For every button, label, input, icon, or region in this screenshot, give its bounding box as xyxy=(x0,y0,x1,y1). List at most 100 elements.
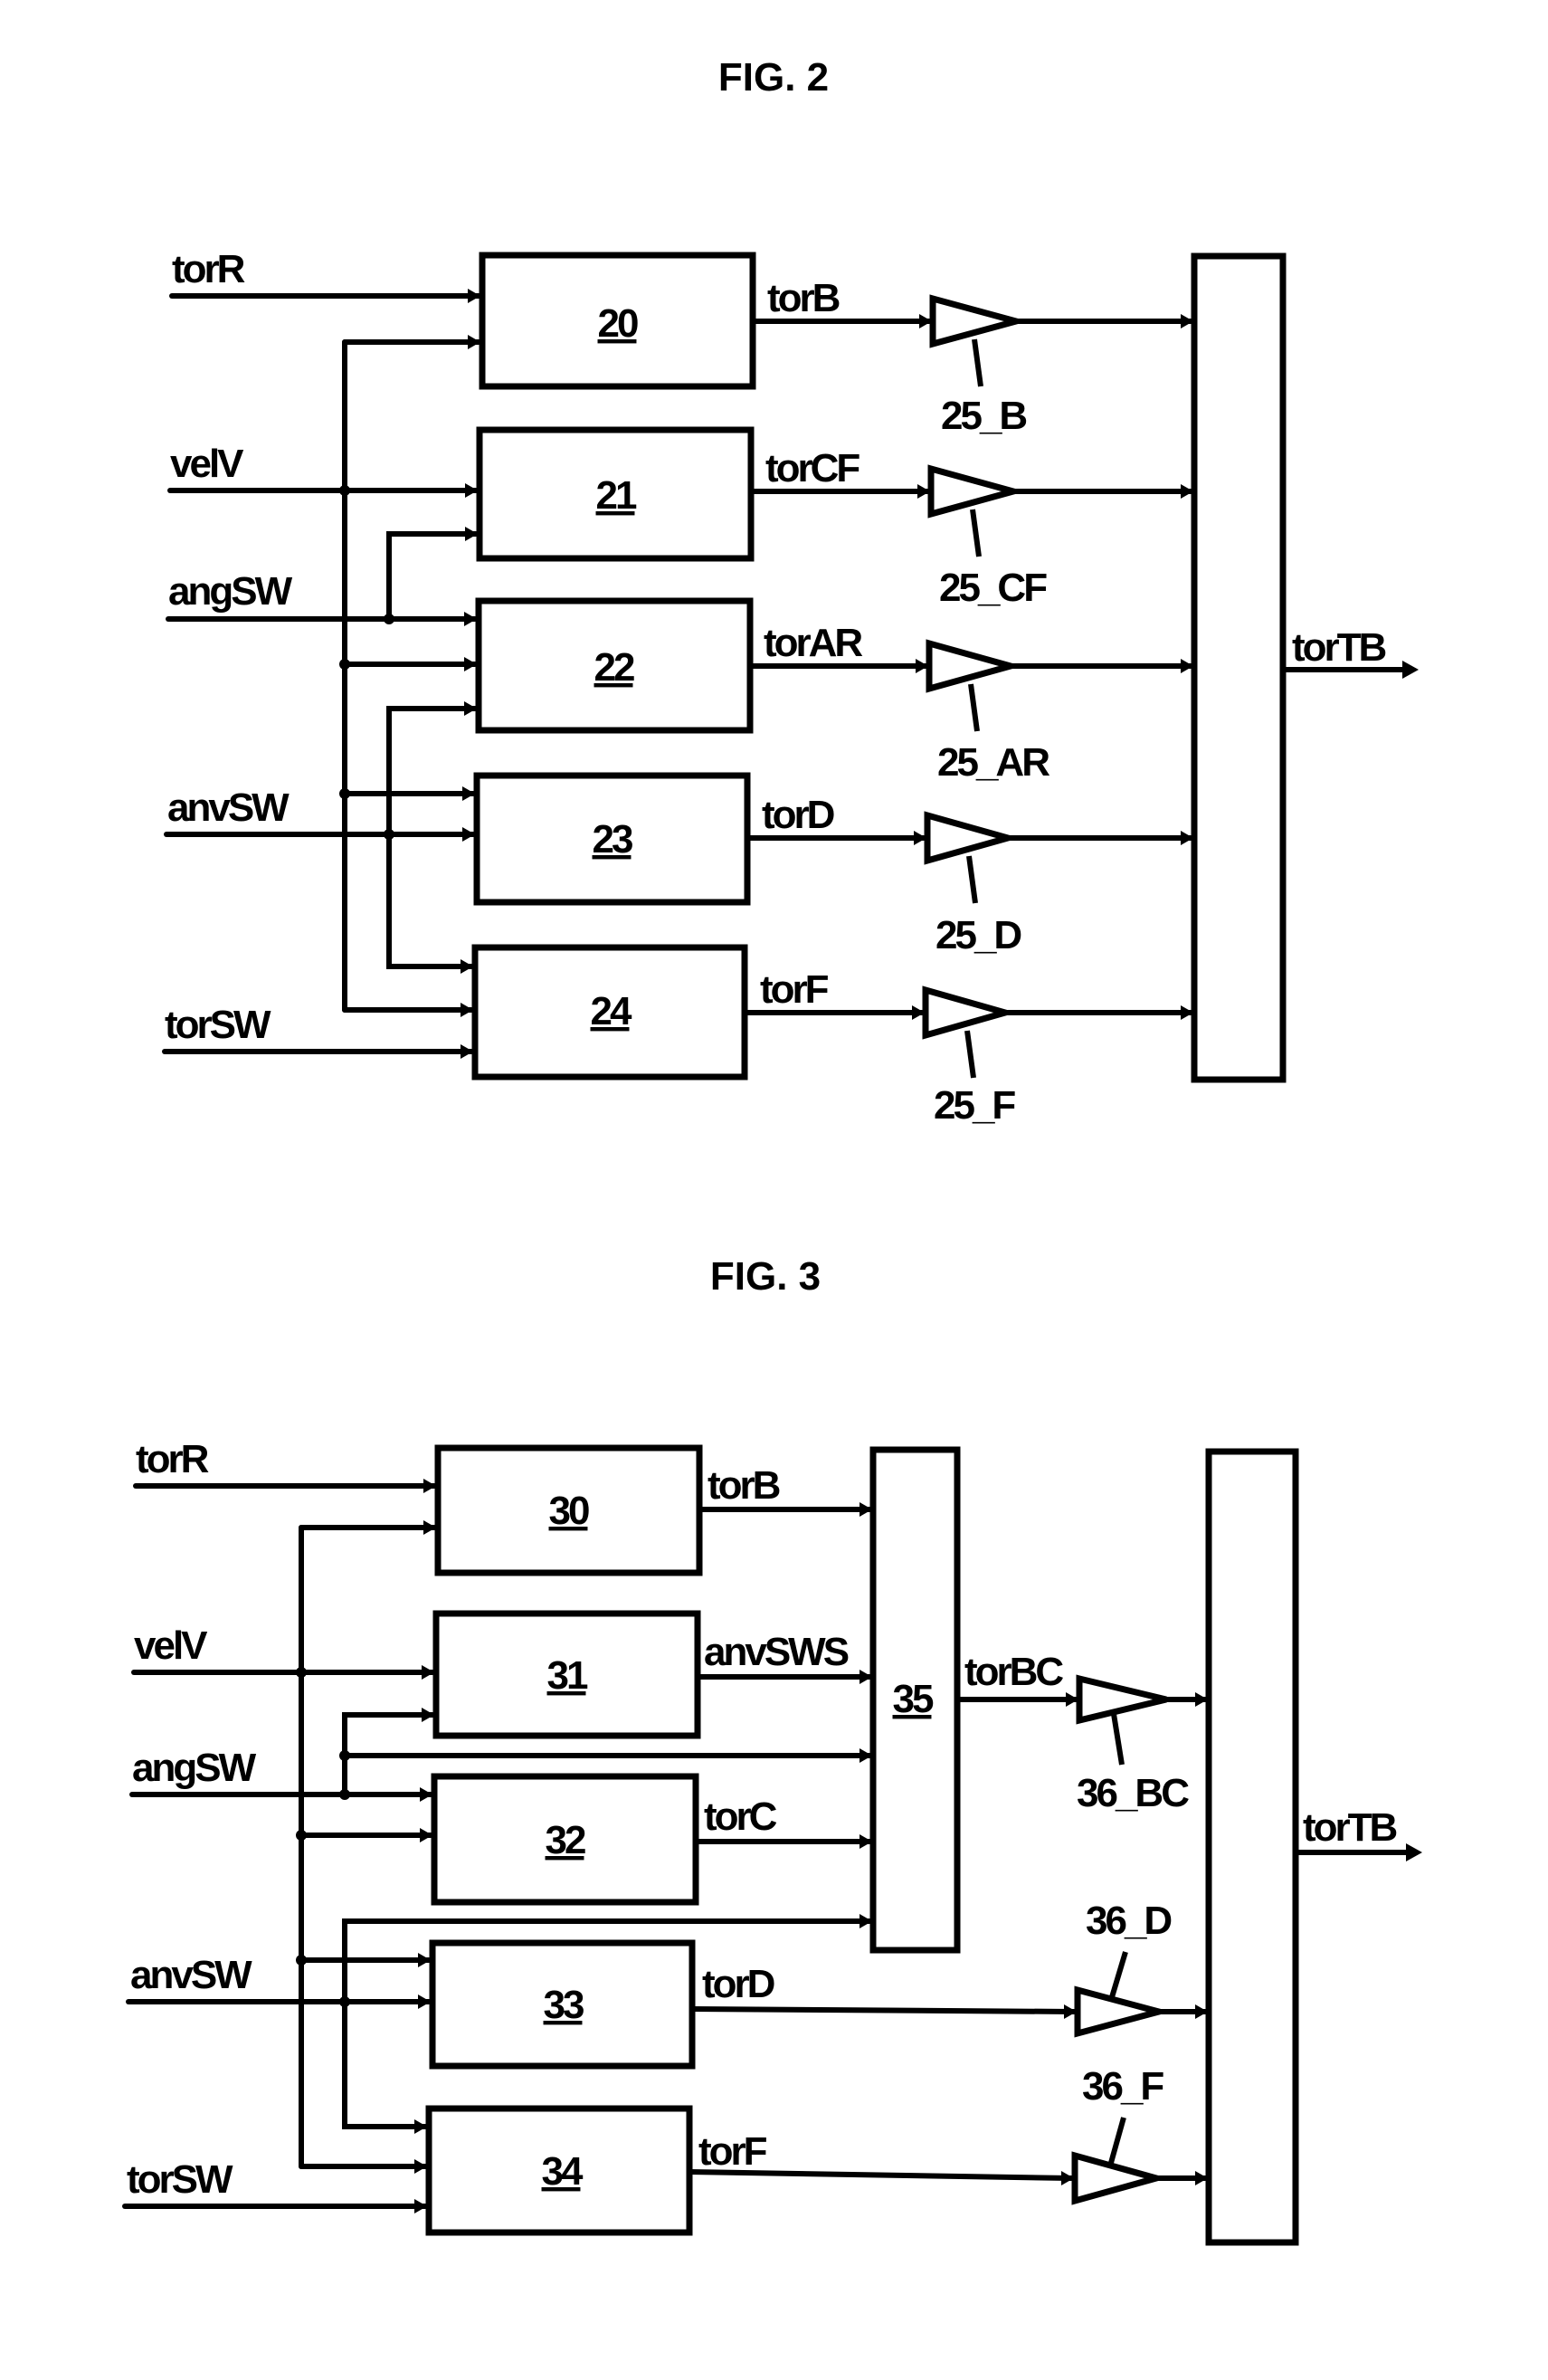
fig3-output-torB: torB xyxy=(708,1463,780,1508)
fig2-output-torB: torB xyxy=(767,276,840,320)
fig2-output-torD: torD xyxy=(762,793,834,837)
fig2-gain-25_F: 25_F xyxy=(934,1083,1015,1128)
junction-dot xyxy=(339,659,350,670)
fig3-gain-36_BC: 36_BC xyxy=(1077,1771,1189,1815)
arrowhead-icon xyxy=(414,2119,427,2134)
fig2-gain-25_D: 25_D xyxy=(935,913,1021,957)
fig3-output-torBC: torBC xyxy=(964,1650,1063,1694)
patent-figure-sheet: FIG. 2 torR velV angSW anvSW torSW 20 21… xyxy=(122,55,1422,2246)
fig3-output-torD: torD xyxy=(702,1962,774,2006)
arrowhead-icon xyxy=(464,701,477,716)
arrowhead-icon xyxy=(461,1003,473,1017)
fig2-block-21-label: 21 xyxy=(596,473,637,518)
arrowhead-icon xyxy=(462,786,475,801)
fig2-amp-25_F xyxy=(922,985,1017,1040)
fig2-input-anvSW: anvSW xyxy=(167,785,290,830)
arrowhead-icon xyxy=(465,483,478,498)
fig3-block-33-label: 33 xyxy=(544,1983,584,2027)
arrowhead-icon xyxy=(414,2199,427,2213)
arrowhead-icon xyxy=(414,2159,427,2174)
fig2-block-22-label: 22 xyxy=(594,645,634,690)
fig3-block-31-label: 31 xyxy=(547,1653,588,1698)
fig2-summing-block xyxy=(1191,252,1287,1083)
fig3-gain-36_D: 36_D xyxy=(1086,1899,1171,1943)
fig3-input-torR: torR xyxy=(136,1437,209,1481)
fig2-title: FIG. 2 xyxy=(718,55,829,100)
junction-dot xyxy=(296,1955,307,1966)
arrowhead-icon xyxy=(462,827,475,842)
fig2-leader-25_AR xyxy=(968,683,980,732)
fig2-leader-25_B xyxy=(972,338,983,387)
arrowhead-icon xyxy=(461,959,473,974)
arrowhead-icon xyxy=(423,1520,436,1535)
fig2-output-torCF: torCF xyxy=(765,446,859,490)
junction-dot xyxy=(384,614,394,624)
junction-dot xyxy=(339,1996,350,2007)
arrowhead-icon xyxy=(420,1787,432,1802)
junction-dot xyxy=(296,1667,307,1678)
fig3-output-torF: torF xyxy=(698,2129,767,2174)
fig2-leader-25_F xyxy=(964,1030,976,1079)
fig3-leader-36_F xyxy=(1108,2117,1126,2164)
fig3-output-anvSWS: anvSWS xyxy=(704,1630,849,1674)
junction-dot xyxy=(339,485,350,496)
arrowhead-icon xyxy=(464,612,477,626)
fig2-input-torSW: torSW xyxy=(165,1003,271,1047)
fig2-result-torTB: torTB xyxy=(1292,625,1386,670)
fig3-input-anvSW: anvSW xyxy=(130,1953,252,1997)
fig2-input-angSW: angSW xyxy=(168,569,293,614)
arrowhead-icon xyxy=(468,335,480,349)
fig3-result-torTB: torTB xyxy=(1303,1805,1397,1850)
arrowhead-icon xyxy=(422,1708,434,1722)
fig3-input-torSW: torSW xyxy=(127,2157,233,2202)
arrowhead-icon xyxy=(420,1828,432,1842)
arrowhead-icon xyxy=(422,1665,434,1680)
fig2-output-torAR: torAR xyxy=(764,621,862,665)
fig3-input-angSW: angSW xyxy=(132,1746,257,1790)
arrowhead-icon xyxy=(1406,1843,1422,1861)
fig2-leader-25_D xyxy=(966,855,978,904)
fig2-gain-25_CF: 25_CF xyxy=(939,566,1047,610)
fig3-summing-block xyxy=(1205,1448,1299,2246)
fig2-input-torR: torR xyxy=(172,247,245,291)
fig3-leader-36_D xyxy=(1109,1951,1128,1998)
fig2-bus-anvSW xyxy=(386,706,478,969)
fig3-block-30-label: 30 xyxy=(549,1489,589,1533)
fig3-block-32-label: 32 xyxy=(546,1818,585,1862)
arrowhead-icon xyxy=(461,1044,473,1059)
fig2-gain-25_AR: 25_AR xyxy=(937,740,1049,785)
fig3-combiner-35-label: 35 xyxy=(893,1677,934,1721)
fig2-bus-angSW xyxy=(386,531,479,622)
fig2-input-velV: velV xyxy=(170,442,244,486)
arrowhead-icon xyxy=(423,1479,436,1493)
fig3-input-velV: velV xyxy=(134,1623,208,1668)
fig2-amp-25_AR xyxy=(926,639,1023,693)
arrowhead-icon xyxy=(1402,661,1419,679)
fig3-title: FIG. 3 xyxy=(710,1254,821,1299)
junction-dot xyxy=(339,1750,350,1761)
fig3-block-34-label: 34 xyxy=(542,2149,584,2194)
fig2-amp-25_B xyxy=(929,294,1029,348)
fig2-amp-25_D xyxy=(924,811,1020,865)
junction-dot xyxy=(339,1789,350,1800)
figure-2: FIG. 2 torR velV angSW anvSW torSW 20 21… xyxy=(162,55,1419,1128)
fig2-block-23-label: 23 xyxy=(593,817,632,862)
arrowhead-icon xyxy=(418,1994,431,2009)
fig2-leader-25_CF xyxy=(970,509,982,557)
fig3-amp-36_BC xyxy=(1076,1674,1167,1725)
arrowhead-icon xyxy=(465,527,478,541)
fig2-block-20-label: 20 xyxy=(598,301,638,346)
fig2-output-torF: torF xyxy=(760,967,829,1012)
fig3-leader-36_BC xyxy=(1111,1713,1125,1766)
fig3-wire-torD xyxy=(689,2006,1077,2014)
fig3-gain-36_F: 36_F xyxy=(1082,2064,1163,2109)
junction-dot xyxy=(339,788,350,799)
figure-3: FIG. 3 torR velV angSW anvSW torSW 30 31… xyxy=(122,1254,1422,2246)
arrowhead-icon xyxy=(418,1953,431,1967)
fig3-amp-36_F xyxy=(1071,2151,1169,2205)
fig2-amp-25_CF xyxy=(927,464,1026,519)
fig2-block-24-label: 24 xyxy=(591,989,632,1033)
junction-dot xyxy=(384,829,394,840)
junction-dot xyxy=(296,1830,307,1841)
fig3-amp-36_D xyxy=(1074,1985,1172,2038)
